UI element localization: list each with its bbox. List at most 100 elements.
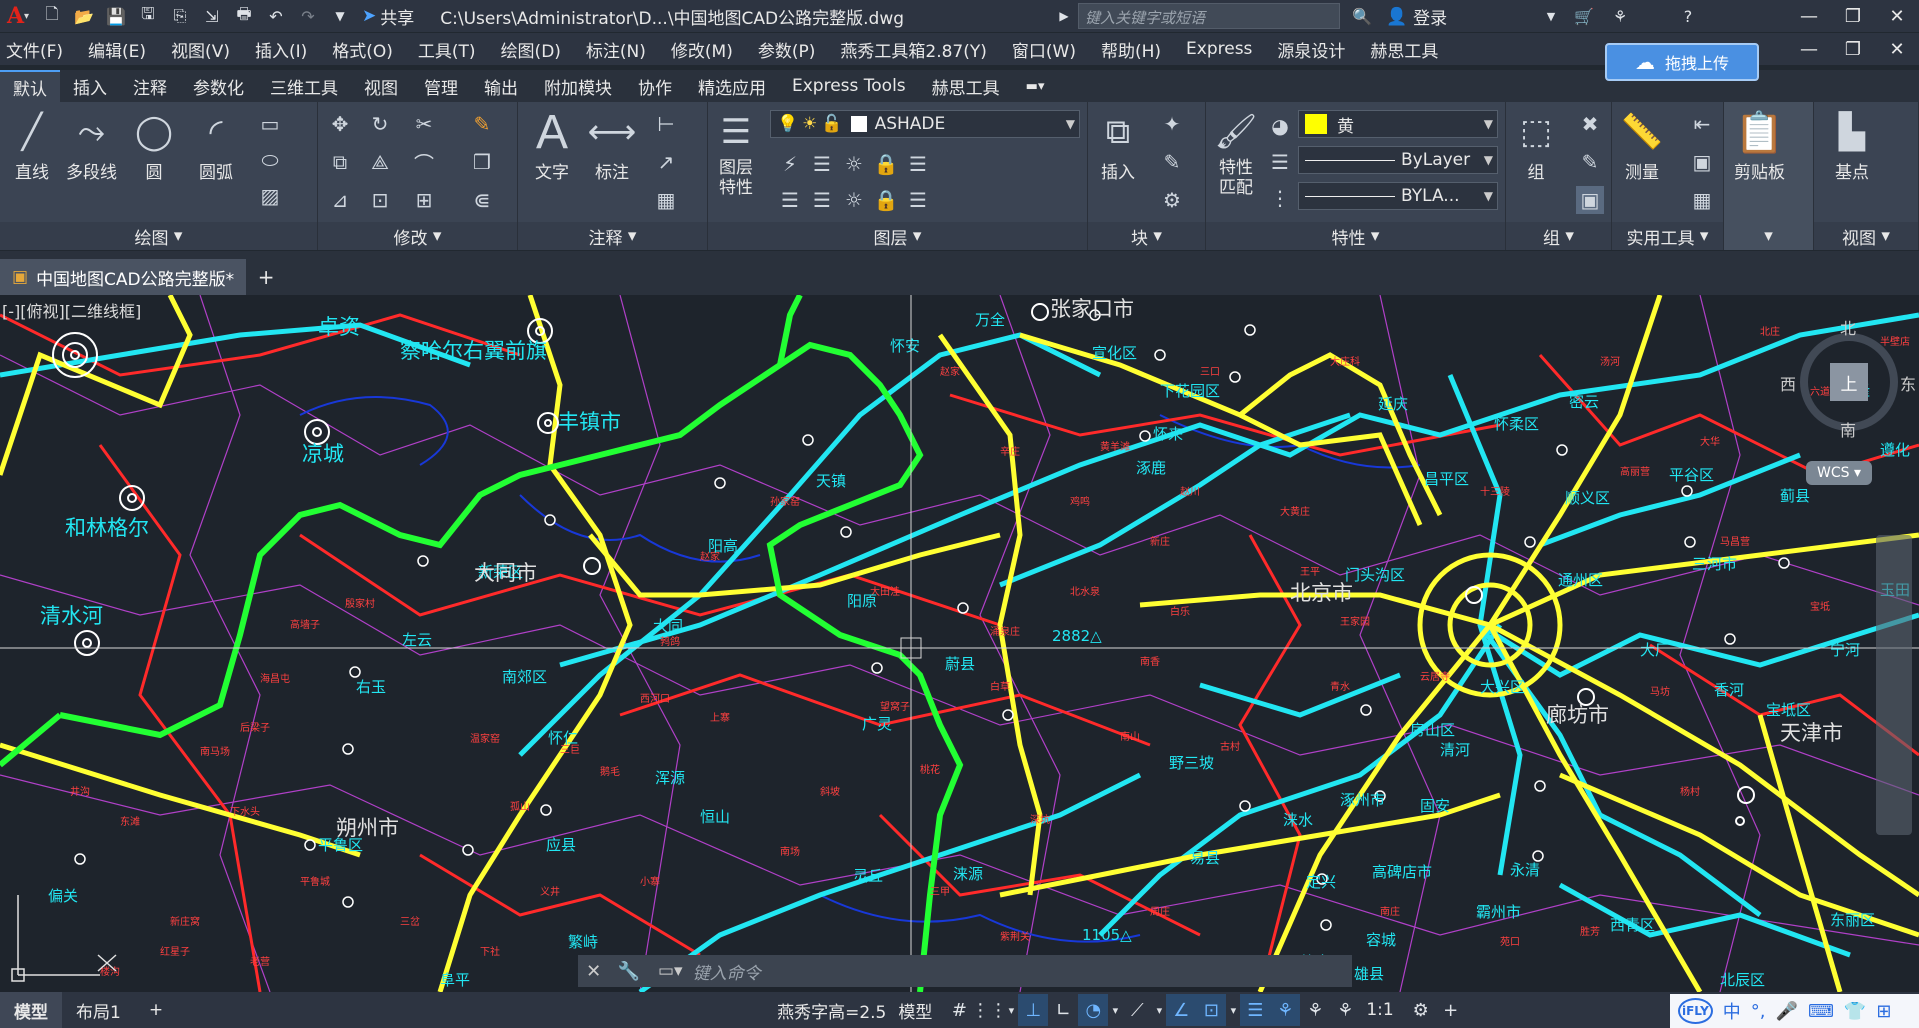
ime-skin-icon[interactable]: 👕 (1844, 1001, 1866, 1022)
auto-scale-icon[interactable]: ⚘ (1300, 994, 1330, 1026)
print-icon[interactable]: 🖶 (228, 0, 260, 32)
customize-command-icon[interactable]: 🔧 (617, 961, 639, 982)
layer-tool-icon-9[interactable]: 🔒 (872, 186, 900, 214)
doc-restore-icon[interactable]: ❐ (1831, 33, 1875, 65)
panel-groups-title[interactable]: 组 ▾ (1506, 222, 1611, 250)
minimize-icon[interactable]: — (1787, 0, 1831, 32)
new-file-icon[interactable]: 🗋 (36, 0, 68, 32)
panel-block-title[interactable]: 块 ▾ (1088, 222, 1205, 250)
grid-icon[interactable]: # (944, 994, 974, 1026)
block-attr-icon[interactable]: ⚙ (1158, 186, 1186, 214)
viewcube[interactable]: 上 北 南 西 东 (1780, 315, 1916, 440)
transparency-icon[interactable]: ⋮ (1266, 184, 1294, 212)
ellipse-icon[interactable]: ⬭ (256, 146, 284, 174)
menu-parametric[interactable]: 参数(P) (758, 37, 816, 62)
tab-view[interactable]: 视图 (351, 70, 411, 102)
dimension-button[interactable]: ⟷ 标注 (588, 106, 637, 183)
menu-tools[interactable]: 工具(T) (418, 37, 476, 62)
move-icon[interactable]: ✥ (326, 110, 354, 138)
compass-north[interactable]: 北 (1840, 315, 1856, 339)
menu-draw[interactable]: 绘图(D) (501, 37, 561, 62)
menu-yanxiu-tools[interactable]: 燕秀工具箱2.87(Y) (840, 37, 987, 62)
tab-manage[interactable]: 管理 (411, 70, 471, 102)
stretch-icon[interactable]: ⊿ (326, 186, 354, 214)
text-button[interactable]: A 文字 (528, 106, 576, 184)
panel-view-title[interactable]: 视图 ▾ (1814, 222, 1918, 250)
ime-punct-icon[interactable]: °, (1751, 1001, 1766, 1022)
create-block-icon[interactable]: ✦ (1158, 110, 1186, 138)
login-dropdown-icon[interactable]: ▼ (1535, 0, 1567, 32)
tab-featured-apps[interactable]: 精选应用 (685, 70, 779, 102)
autocad-logo-icon[interactable]: A ▾ (0, 0, 36, 32)
tab-default[interactable]: 默认 (0, 70, 60, 102)
tab-insert[interactable]: 插入 (60, 70, 120, 102)
trim-icon[interactable]: ✂ (410, 110, 438, 138)
tab-3d-tools[interactable]: 三维工具 (257, 70, 351, 102)
color-dropdown[interactable]: 黄 ▼ (1298, 110, 1498, 138)
ime-toolbar[interactable]: iFLY 中 °, 🎤 ⌨ 👕 ⊞ (1670, 994, 1919, 1028)
layer-tool-icon-7[interactable]: ☰ (808, 186, 836, 214)
layer-properties-button[interactable]: ☰ 图层 特性 (712, 106, 760, 198)
select-all-icon[interactable]: ▣ (1688, 148, 1716, 176)
dynamic-input-icon[interactable]: ⊥ (1018, 994, 1049, 1026)
menu-hesi[interactable]: 赫思工具 (1370, 37, 1438, 62)
table-icon[interactable]: ▦ (652, 186, 680, 214)
polar-icon[interactable]: ◔ (1078, 994, 1109, 1026)
search-icon[interactable]: 🔍 (1346, 0, 1378, 32)
linear-dim-icon[interactable]: ⊢ (652, 110, 680, 138)
menu-yuanquan[interactable]: 源泉设计 (1277, 37, 1345, 62)
ribbon-toggle-icon[interactable]: ▬▾ (1013, 70, 1058, 102)
color-wheel-icon[interactable]: ◕ (1266, 112, 1294, 140)
add-layout-icon[interactable]: + (135, 992, 177, 1028)
explode-icon[interactable]: ❒ (468, 148, 496, 176)
command-line[interactable]: ▭▾ 键入命令 (578, 955, 1352, 987)
calculator-icon[interactable]: ▦ (1688, 186, 1716, 214)
osnap-dropdown-icon[interactable]: ▾ (1226, 994, 1240, 1026)
drawing-canvas[interactable]: 殷家村 高墙子 海昌屯 后梁子 温家窑 三巨 西河口 上寨 望窝子 桃花 南山 古村 深坑 白草 南香 新庄鸡… (0, 295, 1919, 992)
panel-layers-title[interactable]: 图层 ▾ (708, 222, 1087, 250)
snap-icon[interactable]: ⋮⋮ (971, 994, 1007, 1026)
arc-button[interactable]: ◜ 圆弧 (192, 106, 240, 183)
compass-west[interactable]: 西 (1780, 371, 1796, 395)
object-snap-tracking-icon[interactable]: ∠ (1166, 994, 1197, 1026)
layer-tool-icon-1[interactable]: ⚡ (776, 150, 804, 178)
doc-minimize-icon[interactable]: — (1787, 33, 1831, 65)
linetype-dropdown[interactable]: ByLayer ▼ (1298, 146, 1498, 174)
layer-tool-icon-3[interactable]: ☼ (840, 150, 868, 178)
autodesk-app-icon[interactable]: ⚘ (1604, 0, 1636, 32)
command-input[interactable]: 键入命令 (693, 959, 761, 984)
new-tab-icon[interactable]: + (246, 259, 286, 295)
ortho-icon[interactable]: ∟ (1048, 994, 1078, 1026)
document-tab[interactable]: ▣ 中国地图CAD公路完整版* (0, 259, 247, 295)
array-icon[interactable]: ⊞ (410, 186, 438, 214)
quick-access-dropdown-icon[interactable]: ▼ (324, 0, 356, 32)
tab-hesi-tools[interactable]: 赫思工具 (919, 70, 1013, 102)
lineweight-display-icon[interactable]: ☰ (1240, 994, 1271, 1026)
hatch-icon[interactable]: ▨ (256, 182, 284, 210)
layer-tool-icon-2[interactable]: ☰ (808, 150, 836, 178)
layer-tool-icon-4[interactable]: 🔒 (872, 150, 900, 178)
tab-model[interactable]: 模型 (0, 992, 62, 1028)
login-button[interactable]: 👤 登录 (1386, 4, 1447, 30)
drag-upload-button[interactable]: ☁ 拖拽上传 (1605, 43, 1759, 81)
menu-window[interactable]: 窗口(W) (1012, 37, 1076, 62)
layer-dropdown[interactable]: 💡 ☀ 🔓 ASHADE ▼ (770, 110, 1080, 138)
tab-collaborate[interactable]: 协作 (625, 70, 685, 102)
layer-tool-icon-6[interactable]: ☰ (776, 186, 804, 214)
text-height-status[interactable]: 燕秀字高=2.5 (777, 998, 886, 1023)
save-as-icon[interactable]: 🖫 (132, 0, 164, 32)
cart-icon[interactable]: 🛒 (1568, 0, 1600, 32)
layer-tool-icon-8[interactable]: ☼ (840, 186, 868, 214)
help-icon[interactable]: ? (1672, 0, 1704, 32)
paste-button[interactable]: 📋 剪贴板 (1734, 106, 1785, 184)
menu-help[interactable]: 帮助(H) (1101, 37, 1161, 62)
redo-icon[interactable]: ↷ (292, 0, 324, 32)
ime-mode[interactable]: 中 (1723, 998, 1741, 1024)
panel-clipboard-title[interactable]: ▾ (1724, 222, 1813, 250)
panel-draw-title[interactable]: 绘图 ▾ (0, 222, 317, 250)
group-edit-icon[interactable]: ✎ (1576, 148, 1604, 176)
tab-output[interactable]: 输出 (471, 70, 531, 102)
tab-annotate[interactable]: 注释 (120, 70, 180, 102)
menu-view[interactable]: 视图(V) (171, 37, 230, 62)
polyline-button[interactable]: ⤳ 多段线 (66, 106, 117, 183)
